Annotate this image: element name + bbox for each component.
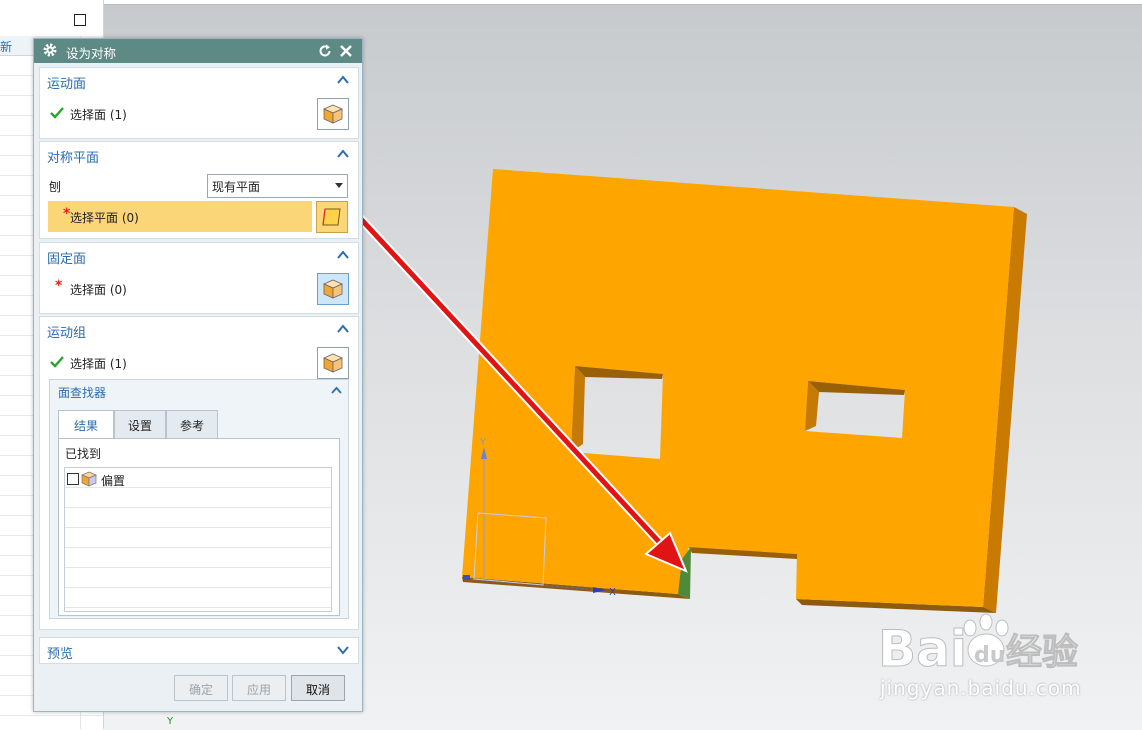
cube-icon	[323, 104, 343, 124]
dropdown-arrow-icon	[335, 183, 343, 188]
item-label: 偏置	[101, 474, 126, 488]
symmetry-plane-section: 对称平面 刨 现有平面 * 选择平面 (0)	[39, 141, 359, 239]
motion-group-select-row[interactable]: 选择面 (1)	[40, 347, 358, 379]
watermark-brand-cn: 经验	[1006, 632, 1078, 673]
ok-button[interactable]: 确定	[174, 675, 228, 701]
list-item[interactable]: 偏置	[67, 470, 317, 488]
dialog-titlebar[interactable]: 设为对称	[34, 39, 362, 63]
chevron-up-icon[interactable]	[331, 386, 342, 395]
tab-settings[interactable]: 设置	[114, 410, 166, 440]
navigator-topbar	[0, 0, 103, 37]
found-label: 已找到	[65, 447, 102, 461]
plane-icon	[322, 208, 341, 226]
select-plane-button[interactable]	[316, 201, 348, 233]
chevron-down-icon[interactable]	[337, 645, 349, 655]
tab-results[interactable]: 结果	[58, 410, 114, 440]
preview-header[interactable]: 预览	[40, 638, 358, 664]
watermark-url: jingyan.baidu.com	[880, 676, 1082, 700]
motion-group-title: 运动组	[47, 326, 87, 341]
select-fixed-face-button[interactable]	[317, 273, 349, 305]
x-axis-label: X	[609, 587, 616, 598]
checkmark-icon	[50, 356, 64, 368]
motion-group-header[interactable]: 运动组	[40, 317, 358, 343]
close-icon[interactable]	[338, 43, 354, 59]
motion-face-select-label: 选择面 (1)	[70, 108, 127, 122]
preview-title: 预览	[47, 647, 74, 662]
baidu-logo: Bai du 经验	[878, 613, 1079, 679]
apply-button-label: 应用	[246, 683, 271, 697]
plane-type-value: 现有平面	[212, 180, 261, 194]
reset-icon[interactable]	[317, 43, 333, 59]
symmetry-plane-title: 对称平面	[47, 151, 100, 166]
fixed-face-select-label: 选择面 (0)	[70, 283, 127, 297]
face-finder-panel: 面查找器 结果 设置 参考 已找到 偏置	[49, 379, 349, 619]
dialog-title: 设为对称	[66, 46, 117, 61]
tab-reference-label: 参考	[179, 419, 204, 433]
face-finder-title: 面查找器	[58, 386, 107, 400]
item-checkbox[interactable]	[67, 473, 79, 485]
chevron-up-icon[interactable]	[337, 324, 349, 334]
make-symmetric-dialog: 设为对称 运动面 选择面 (1) 对称平面 刨 现有平面 * 选择平面 (0) …	[33, 38, 363, 712]
tab-settings-label: 设置	[127, 419, 152, 433]
cube-icon	[323, 279, 343, 299]
checkmark-icon	[50, 107, 64, 119]
cube-icon	[323, 353, 343, 373]
cancel-button[interactable]: 取消	[291, 675, 345, 701]
gear-icon[interactable]	[42, 42, 58, 58]
offset-face-icon	[81, 471, 97, 487]
watermark-brand-text-2: du	[974, 643, 1005, 668]
motion-face-section: 运动面 选择面 (1)	[39, 67, 359, 139]
motion-group-section: 运动组 选择面 (1) 面查找器 结果 设置 参考 已找到 偏置	[39, 316, 359, 630]
tab-reference[interactable]: 参考	[166, 410, 218, 440]
fixed-face-section: 固定面 * 选择面 (0)	[39, 242, 359, 314]
motion-face-title: 运动面	[47, 77, 87, 92]
fixed-face-header[interactable]: 固定面	[40, 243, 358, 269]
fixed-face-title: 固定面	[47, 252, 87, 267]
navigator-header-text: 新	[0, 40, 13, 54]
plane-type-dropdown[interactable]: 现有平面	[207, 174, 348, 198]
results-tab-body: 已找到 偏置	[58, 438, 340, 616]
baidu-watermark: Bai du 经验 jingyan.baidu.com	[878, 608, 1088, 700]
plane-create-label: 刨	[49, 180, 62, 194]
preview-section: 预览	[39, 637, 359, 664]
apply-button[interactable]: 应用	[232, 675, 286, 701]
maximize-icon[interactable]	[74, 14, 86, 26]
fixed-face-select-row[interactable]: * 选择面 (0)	[40, 273, 358, 305]
select-plane-label: 选择平面 (0)	[70, 211, 139, 225]
found-list[interactable]: 偏置	[64, 467, 332, 612]
wcs-origin	[463, 575, 470, 580]
chevron-up-icon[interactable]	[337, 75, 349, 85]
cancel-button-label: 取消	[305, 683, 330, 697]
select-plane-row[interactable]: * 选择平面 (0)	[48, 201, 312, 232]
select-face-button[interactable]	[317, 98, 349, 130]
symmetry-plane-header[interactable]: 对称平面	[40, 142, 358, 168]
motion-face-select-row[interactable]: 选择面 (1)	[40, 98, 358, 130]
bottom-y-axis-label: Y	[167, 716, 174, 727]
tab-results-label: 结果	[73, 419, 98, 433]
chevron-up-icon[interactable]	[337, 149, 349, 159]
select-group-face-button[interactable]	[317, 347, 349, 379]
motion-face-header[interactable]: 运动面	[40, 68, 358, 94]
ok-button-label: 确定	[188, 683, 213, 697]
y-axis-label: Y	[479, 437, 487, 448]
watermark-brand-text: Bai	[878, 620, 967, 678]
required-star-icon: *	[55, 278, 63, 294]
chevron-up-icon[interactable]	[337, 250, 349, 260]
motion-group-select-label: 选择面 (1)	[70, 357, 127, 371]
